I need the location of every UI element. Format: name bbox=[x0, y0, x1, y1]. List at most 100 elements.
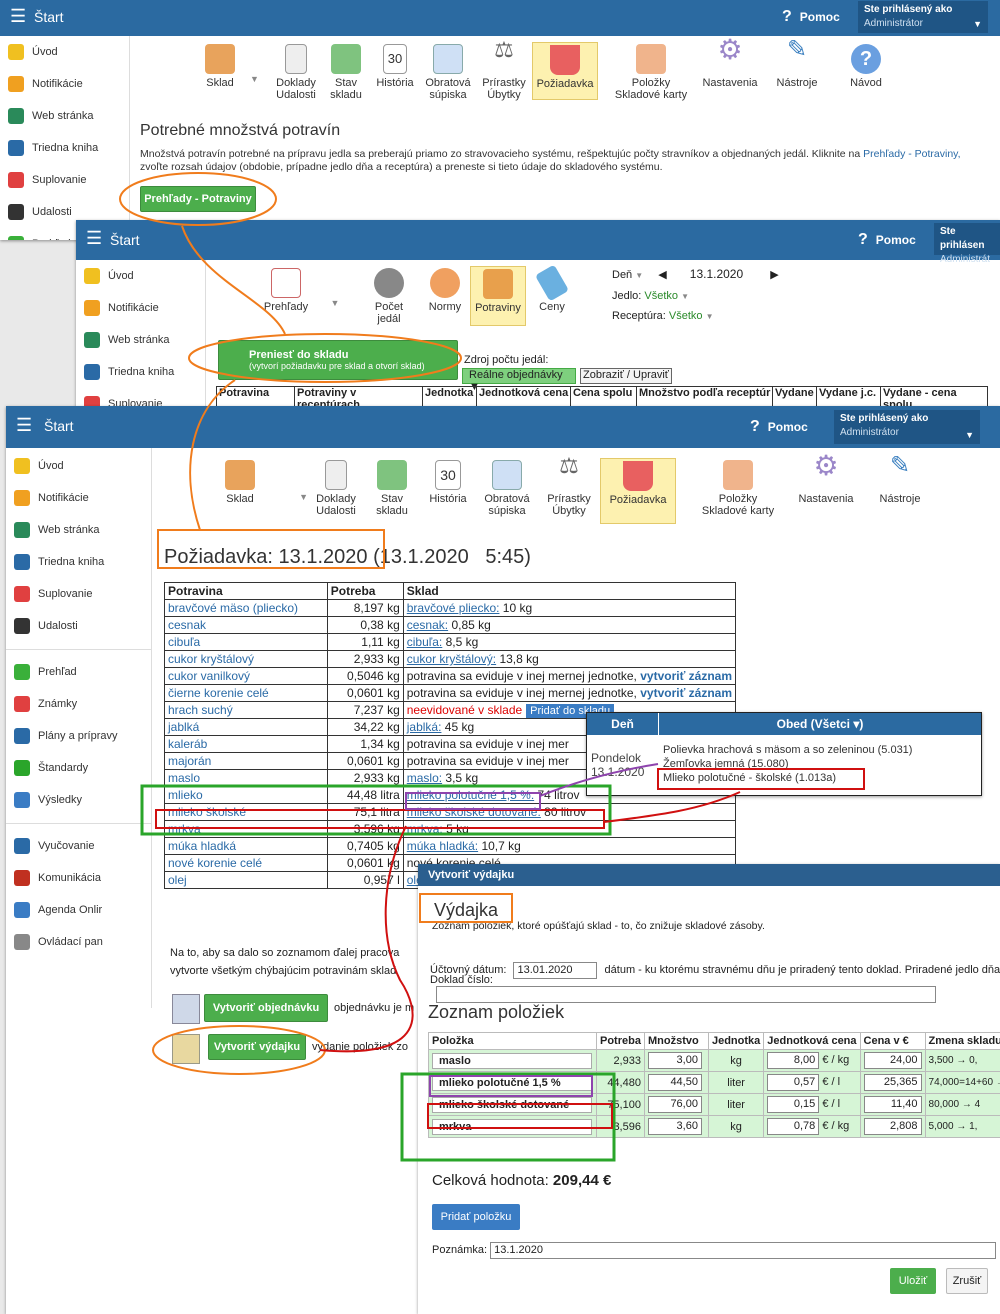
sidebar-item[interactable]: Udalosti bbox=[6, 610, 151, 642]
toolbar-nastroje[interactable]: ✎ Nástroje bbox=[866, 454, 934, 524]
potravina-cell[interactable]: hrach suchý bbox=[164, 701, 328, 719]
sidebar-item[interactable]: Web stránka bbox=[0, 100, 129, 132]
sidebar-item[interactable]: Úvod bbox=[76, 260, 205, 292]
sidebar-item[interactable]: Triedna kniha bbox=[76, 356, 205, 388]
user-box[interactable]: Ste prihlásený ako Administrátor ▼ bbox=[834, 410, 980, 444]
sklad-link[interactable]: mlieko polotučné 1,5 %: bbox=[407, 788, 534, 802]
mnozstvo-input[interactable]: 76,00 bbox=[643, 1093, 709, 1116]
polozka-select[interactable]: mlieko školské dotované bbox=[428, 1093, 597, 1116]
sklad-link[interactable]: cesnak: bbox=[407, 618, 448, 632]
potravina-cell[interactable]: nové korenie celé bbox=[164, 854, 328, 872]
zobrazit-button[interactable]: Zobraziť / Upraviť bbox=[580, 368, 672, 384]
menu-icon[interactable]: ☰ bbox=[10, 6, 26, 27]
toolbar-navod[interactable]: ? Návod bbox=[838, 42, 894, 103]
toolbar-nastavenia[interactable]: ⚙ Nastavenia bbox=[786, 452, 866, 524]
toolbar-prehlady[interactable]: Prehľady bbox=[260, 266, 312, 327]
potravina-cell[interactable]: olej bbox=[164, 871, 328, 889]
potravina-cell[interactable]: cesnak bbox=[164, 616, 328, 634]
jednotkova-cena-input[interactable]: 8,00 € / kg bbox=[763, 1049, 861, 1072]
toolbar-sklad[interactable]: Sklad bbox=[190, 42, 250, 103]
cena-input[interactable]: 24,00 bbox=[859, 1049, 926, 1072]
sidebar-item[interactable]: Triedna kniha bbox=[6, 546, 151, 578]
sidebar-item[interactable]: Web stránka bbox=[76, 324, 205, 356]
menu-icon[interactable]: ☰ bbox=[16, 415, 32, 436]
help-link[interactable]: ? Pomoc bbox=[782, 8, 840, 26]
app-title[interactable]: Štart bbox=[44, 418, 74, 434]
polozka-select[interactable]: mlieko polotučné 1,5 % bbox=[428, 1071, 597, 1094]
toolbar-potraviny[interactable]: Potraviny bbox=[470, 266, 526, 326]
sklad-link[interactable]: jablká: bbox=[407, 720, 442, 734]
cena-input[interactable]: 2,808 bbox=[859, 1115, 926, 1138]
mnozstvo-input[interactable]: 3,60 bbox=[643, 1115, 709, 1138]
sidebar-item[interactable]: Suplovanie bbox=[0, 164, 129, 196]
help-link[interactable]: ? Pomoc bbox=[858, 231, 916, 249]
potravina-cell[interactable]: čierne korenie celé bbox=[164, 684, 328, 702]
toolbar-doklady[interactable]: Doklady Udalosti bbox=[308, 458, 364, 524]
poznamka-input[interactable]: 13.1.2020 bbox=[490, 1242, 997, 1259]
app-title[interactable]: Štart bbox=[110, 232, 140, 248]
preniest-do-skladu-button[interactable]: Preniesť do skladu (vytvorí požiadavku p… bbox=[218, 340, 458, 380]
sklad-link[interactable]: múka hladká: bbox=[407, 839, 478, 853]
user-box[interactable]: Ste prihlásený ako Administrátor ▼ bbox=[858, 1, 988, 33]
polozka-select[interactable]: mrkva bbox=[428, 1115, 597, 1138]
sidebar-item[interactable]: Štandardy bbox=[6, 752, 151, 784]
toolbar-pocet-jedal[interactable]: Počet jedál bbox=[358, 266, 420, 327]
obed-column-header[interactable]: Obed (Všetci ▾) bbox=[659, 713, 981, 735]
toolbar-stav[interactable]: Stav skladu bbox=[364, 458, 420, 524]
sidebar-item[interactable]: Suplovanie bbox=[6, 578, 151, 610]
jednotkova-cena-input[interactable]: 0,57 € / l bbox=[763, 1071, 861, 1094]
vytvorit-zaznam-link[interactable]: vytvoriť záznam bbox=[640, 686, 732, 700]
sklad-link[interactable]: mlieko školské dotované: bbox=[407, 805, 541, 819]
doklad-cislo-input[interactable] bbox=[436, 986, 936, 1003]
vytvorit-objednavku-button[interactable]: Vytvoriť objednávku bbox=[204, 994, 328, 1022]
sidebar-item[interactable]: Výsledky bbox=[6, 784, 151, 816]
prehlady-potraviny-button[interactable]: Prehľady - Potraviny bbox=[140, 186, 256, 212]
vytvorit-zaznam-link[interactable]: vytvoriť záznam bbox=[640, 669, 732, 683]
vytvorit-vydajku-button[interactable]: Vytvoriť výdajku bbox=[208, 1034, 306, 1060]
toolbar-poziadavka[interactable]: Požiadavka bbox=[600, 458, 676, 524]
chevron-down-icon[interactable]: ▼ bbox=[250, 74, 270, 103]
cena-input[interactable]: 11,40 bbox=[859, 1093, 926, 1116]
sidebar-item[interactable]: Ovládací pan bbox=[6, 926, 151, 958]
sidebar-item[interactable]: Vyučovanie bbox=[6, 830, 151, 862]
sidebar-item[interactable]: Komunikácia bbox=[6, 862, 151, 894]
sidebar-item[interactable]: Známky bbox=[6, 688, 151, 720]
save-button[interactable]: Uložiť bbox=[890, 1268, 936, 1294]
toolbar-historia[interactable]: 30 História bbox=[420, 458, 476, 524]
chevron-down-icon[interactable]: ▼ bbox=[312, 298, 358, 327]
sidebar-item[interactable]: Notifikácie bbox=[76, 292, 205, 324]
sidebar-item[interactable]: Úvod bbox=[0, 36, 129, 68]
potravina-cell[interactable]: jablká bbox=[164, 718, 328, 736]
toolbar-poziadavka[interactable]: Požiadavka bbox=[532, 42, 598, 100]
toolbar-polozky[interactable]: Položky Skladové karty bbox=[690, 458, 786, 524]
toolbar-obratova[interactable]: Obratová súpiska bbox=[420, 42, 476, 103]
potravina-cell[interactable]: mlieko školské bbox=[164, 803, 328, 821]
sklad-link[interactable]: mrkva: bbox=[407, 822, 443, 836]
jednotkova-cena-input[interactable]: 0,15 € / l bbox=[763, 1093, 861, 1116]
potravina-cell[interactable]: múka hladká bbox=[164, 837, 328, 855]
toolbar-obratova[interactable]: Obratová súpiska bbox=[476, 458, 538, 524]
toolbar-historia[interactable]: 30 História bbox=[370, 42, 420, 103]
toolbar-prirastky[interactable]: ⚖ Prírastky Úbytky bbox=[538, 455, 600, 524]
potravina-cell[interactable]: bravčové mäso (pliecko) bbox=[164, 599, 328, 617]
menu-icon[interactable]: ☰ bbox=[86, 228, 102, 249]
potravina-cell[interactable]: maslo bbox=[164, 769, 328, 787]
user-box[interactable]: Ste prihlásen Administrát bbox=[934, 223, 1000, 265]
potravina-cell[interactable]: kaleráb bbox=[164, 735, 328, 753]
toolbar-prirastky[interactable]: ⚖ Prírastky Úbytky bbox=[476, 39, 532, 103]
realne-select[interactable]: Reálne objednávky ▼ bbox=[462, 368, 576, 393]
sidebar-item[interactable]: Notifikácie bbox=[0, 68, 129, 100]
jedlo-filter[interactable]: Jedlo: Všetko ▼ bbox=[612, 290, 689, 302]
potravina-cell[interactable]: cibuľa bbox=[164, 633, 328, 651]
sklad-link[interactable]: maslo: bbox=[407, 771, 442, 785]
jednotkova-cena-input[interactable]: 0,78 € / kg bbox=[763, 1115, 861, 1138]
chevron-down-icon[interactable]: ▼ bbox=[268, 492, 308, 524]
mnozstvo-input[interactable]: 44,50 bbox=[643, 1071, 709, 1094]
next-day-icon[interactable]: ▶ bbox=[770, 269, 778, 281]
potravina-cell[interactable]: mlieko bbox=[164, 786, 328, 804]
toolbar-nastavenia[interactable]: ⚙ Nastavenia bbox=[694, 36, 766, 103]
sklad-link[interactable]: cukor kryštálový: bbox=[407, 652, 496, 666]
mnozstvo-input[interactable]: 3,00 bbox=[643, 1049, 709, 1072]
toolbar-doklady[interactable]: Doklady Udalosti bbox=[270, 42, 322, 103]
potravina-cell[interactable]: cukor kryštálový bbox=[164, 650, 328, 668]
